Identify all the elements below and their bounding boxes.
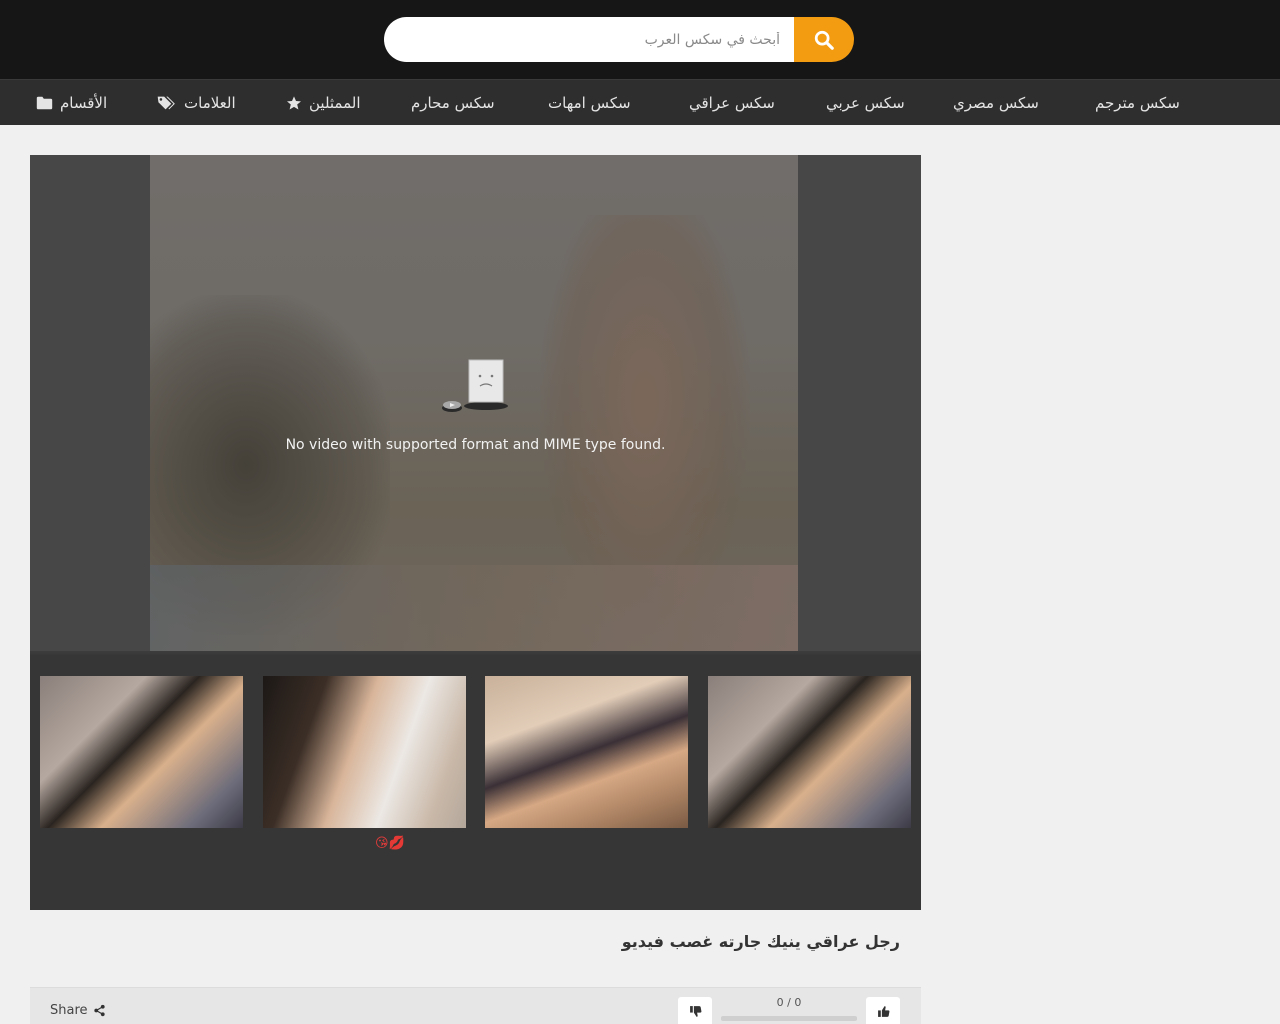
nav-item-label: العلامات <box>184 94 236 112</box>
tags-icon <box>157 96 175 110</box>
nav-item-translated[interactable]: سكس مترجم <box>1095 80 1180 126</box>
nav-item-actors[interactable]: الممثلين <box>286 80 361 126</box>
thumbs-up-icon <box>877 1005 889 1017</box>
nav-item-moms[interactable]: سكس امهات <box>548 80 631 126</box>
thumbs-down-icon <box>689 1005 701 1017</box>
nav-item-tags[interactable]: العلامات <box>157 80 236 126</box>
nav-item-arabic[interactable]: سكس عربي <box>826 80 905 126</box>
share-button[interactable]: Share <box>50 1003 106 1018</box>
dislike-button[interactable] <box>678 997 712 1024</box>
share-icon <box>93 1004 105 1017</box>
top-bar <box>0 0 1280 79</box>
nav-item-label: الأقسام <box>60 94 108 112</box>
broken-video-icon <box>440 358 510 414</box>
nav-item-label: سكس محارم <box>411 94 495 112</box>
nav-item-categories[interactable]: الأقسام <box>36 80 107 126</box>
video-error-message: No video with supported format and MIME … <box>285 437 666 453</box>
video-screen[interactable]: No video with supported format and MIME … <box>30 155 921 655</box>
video-actions: Share 0 / 0 <box>30 987 921 1024</box>
nav-item-label: سكس عربي <box>826 94 905 112</box>
preview-thumbnail[interactable] <box>40 676 243 828</box>
folder-icon <box>36 96 53 110</box>
preview-thumbnail[interactable] <box>708 676 911 828</box>
search-button[interactable] <box>794 17 854 62</box>
video-info: رجل عراقي ينيك جارته غصب فيديو Share 0 /… <box>30 910 921 1024</box>
nav-item-egyptian[interactable]: سكس مصري <box>953 80 1039 126</box>
share-label: Share <box>50 1003 88 1018</box>
nav-item-iraqi[interactable]: سكس عراقي <box>689 80 775 126</box>
nav-item-label: سكس مترجم <box>1095 94 1180 112</box>
nav-item-label: سكس مصري <box>953 94 1039 112</box>
like-button[interactable] <box>866 997 900 1024</box>
emoji-reaction: 😘💋 <box>375 836 405 851</box>
nav-item-label: الممثلين <box>309 94 361 112</box>
nav-item-label: سكس امهات <box>548 94 631 112</box>
preview-thumbnails <box>40 676 911 828</box>
rating-bar <box>721 1016 857 1021</box>
main-nav: سكس مترجم سكس مصري سكس عربي سكس عراقي سك… <box>0 79 1280 125</box>
video-title: رجل عراقي ينيك جارته غصب فيديو <box>621 932 900 951</box>
preview-thumbnail[interactable] <box>485 676 688 828</box>
rating-count: 0 / 0 <box>776 996 802 1009</box>
search-bar <box>384 17 854 62</box>
search-input[interactable] <box>384 17 794 62</box>
star-icon <box>287 96 301 110</box>
video-player: No video with supported format and MIME … <box>30 155 921 910</box>
nav-item-label: سكس عراقي <box>689 94 775 112</box>
search-icon <box>814 30 834 50</box>
nav-item-taboo[interactable]: سكس محارم <box>411 80 495 126</box>
preview-thumbnail[interactable] <box>263 676 466 828</box>
